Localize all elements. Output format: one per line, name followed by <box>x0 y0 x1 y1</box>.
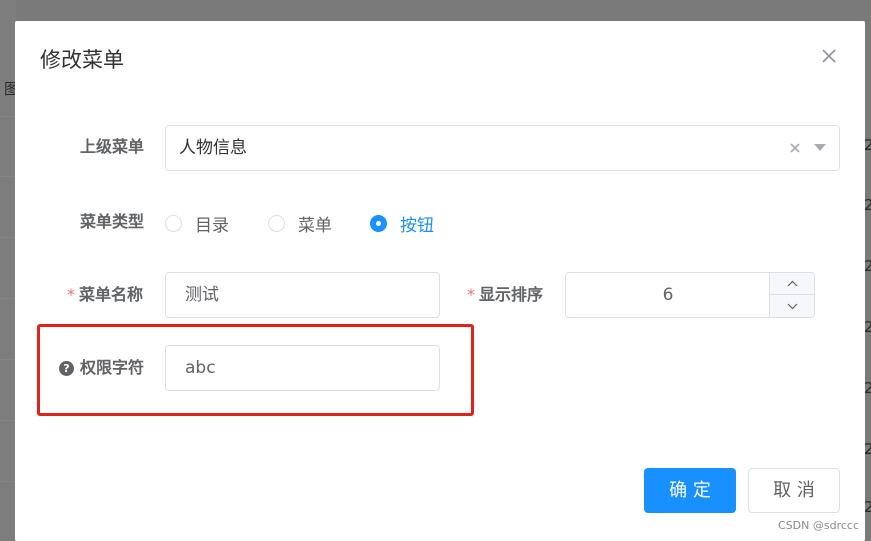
clear-icon[interactable] <box>788 141 802 155</box>
display-order-value: 6 <box>662 285 674 305</box>
background-right-char: 2 <box>864 498 871 516</box>
increase-button[interactable] <box>770 273 814 295</box>
background-row-divider <box>0 237 15 238</box>
cancel-button[interactable]: 取 消 <box>748 468 840 513</box>
radio-circle <box>268 214 285 232</box>
annotation-highlight-box <box>37 324 474 416</box>
stepper-controls <box>769 273 814 317</box>
dialog-title: 修改菜单 <box>40 48 124 72</box>
background-row-divider <box>0 298 15 299</box>
radio-circle <box>165 214 182 232</box>
radio-option-directory[interactable]: 目录 <box>165 212 229 236</box>
caret-down-icon <box>814 144 826 151</box>
menu-name-value: 测试 <box>185 285 219 305</box>
background-right-char: 2 <box>864 257 871 275</box>
radio-option-menu[interactable]: 菜单 <box>268 212 332 236</box>
background-row-divider <box>0 481 15 482</box>
radio-circle-selected <box>370 214 387 232</box>
background-row-divider <box>0 359 15 360</box>
required-mark: * <box>467 285 475 304</box>
chevron-down-icon <box>787 303 797 309</box>
background-right-char: 2 <box>864 196 871 214</box>
radio-label: 目录 <box>195 215 229 236</box>
menu-name-input[interactable]: 测试 <box>165 272 440 318</box>
required-mark: * <box>67 285 75 304</box>
background-right-char: 2 <box>864 440 871 458</box>
radio-option-button[interactable]: 按钮 <box>370 212 434 236</box>
background-row-divider <box>0 176 15 177</box>
background-row-divider <box>0 420 15 421</box>
parent-menu-value: 人物信息 <box>179 138 247 158</box>
chevron-up-icon <box>787 280 797 287</box>
close-icon[interactable] <box>820 47 838 65</box>
background-row-divider <box>0 116 15 117</box>
display-order-stepper[interactable]: 6 <box>565 272 815 318</box>
decrease-button[interactable] <box>770 295 814 317</box>
menu-name-label: * 菜单名称 <box>67 285 144 304</box>
radio-label: 按钮 <box>400 215 434 236</box>
radio-label: 菜单 <box>298 215 332 236</box>
background-right-char: 2 <box>864 318 871 336</box>
menu-type-label: 菜单类型 <box>80 212 145 231</box>
background-right-char: 2 <box>864 136 871 154</box>
confirm-button[interactable]: 确 定 <box>644 468 736 513</box>
watermark: CSDN @sdrccc <box>778 519 859 532</box>
background-right-char: 2 <box>864 379 871 397</box>
parent-menu-cascader[interactable]: 人物信息 <box>165 125 840 171</box>
display-order-label: * 显示排序 <box>467 285 544 304</box>
parent-menu-label: 上级菜单 <box>80 137 145 156</box>
